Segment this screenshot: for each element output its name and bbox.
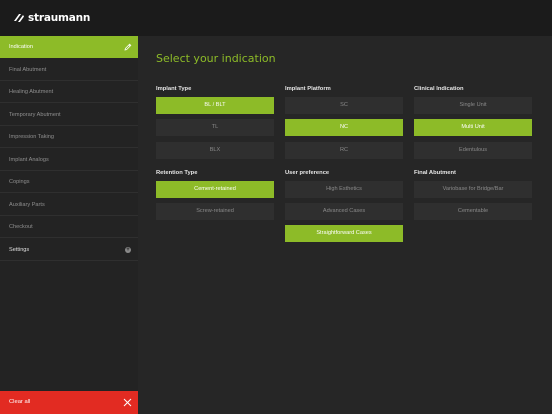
option-rc[interactable]: RC <box>285 142 403 159</box>
sidebar-item-checkout[interactable]: Checkout <box>0 216 138 238</box>
sidebar-item-label: Temporary Abutment <box>9 111 61 118</box>
sidebar-item-label: Final Abutment <box>9 66 47 73</box>
sidebar-item-label: Impression Taking <box>9 134 54 140</box>
option-screw-retained[interactable]: Screw-retained <box>156 203 274 220</box>
option-high-esthetics[interactable]: High Esthetics <box>285 181 403 198</box>
pencil-icon[interactable] <box>124 43 132 51</box>
close-icon[interactable] <box>123 398 132 407</box>
option-blx[interactable]: BLX <box>156 142 274 159</box>
sidebar-item-final-abutment[interactable]: Final Abutment <box>0 59 138 81</box>
option-single-unit[interactable]: Single Unit <box>414 97 532 114</box>
option-advanced-cases[interactable]: Advanced Cases <box>285 203 403 220</box>
straumann-logo: straumann <box>13 11 90 25</box>
brand-name: straumann <box>28 12 91 24</box>
clear-all-label: Clear all <box>9 399 31 405</box>
option-tl[interactable]: TL <box>156 119 274 136</box>
option-bl-blt[interactable]: BL / BLT <box>156 97 274 114</box>
option-cement-retained[interactable]: Cement-retained <box>156 181 274 198</box>
retention-type-label: Retention Type <box>156 170 198 176</box>
top-bar: straumann <box>0 0 552 36</box>
straumann-logo-icon <box>14 14 24 22</box>
sidebar-item-healing-abutment[interactable]: Healing Abutment <box>0 81 138 103</box>
sidebar-item-label: Auxiliary Parts <box>9 201 45 208</box>
implant-platform-label: Implant Platform <box>285 86 331 92</box>
option-edentulous[interactable]: Edentulous <box>414 142 532 159</box>
sidebar-item-auxiliary-parts[interactable]: Auxiliary Parts <box>0 194 138 216</box>
sidebar-item-label: Settings <box>9 247 30 253</box>
implant-type-label: Implant Type <box>156 86 192 92</box>
sidebar: Indication Final Abutment Healing Abutme… <box>0 36 138 414</box>
option-multi-unit[interactable]: Multi Unit <box>414 119 532 136</box>
sidebar-item-temporary-abutment[interactable]: Temporary Abutment <box>0 104 138 126</box>
user-preference-label: User preference <box>285 170 330 176</box>
sidebar-item-label: Implant Analogs <box>9 156 49 163</box>
clinical-indication-label: Clinical Indication <box>414 86 464 92</box>
option-nc[interactable]: NC <box>285 119 403 136</box>
option-variobase-bridge-bar[interactable]: Variobase for Bridge/Bar <box>414 181 532 198</box>
option-cementable[interactable]: Cementable <box>414 203 532 220</box>
sidebar-item-copings[interactable]: Copings <box>0 171 138 193</box>
final-abutment-label: Final Abutment <box>414 170 456 176</box>
sidebar-item-indication[interactable]: Indication <box>0 36 138 58</box>
sidebar-item-implant-analogs[interactable]: Implant Analogs <box>0 149 138 171</box>
option-sc[interactable]: SC <box>285 97 403 114</box>
sidebar-item-label: Healing Abutment <box>9 89 54 95</box>
clear-all-button[interactable]: Clear all <box>0 391 138 414</box>
sidebar-item-impression-taking[interactable]: Impression Taking <box>0 126 138 148</box>
main-panel: Select your indication Implant Type BL /… <box>138 36 552 414</box>
option-straightforward-cases[interactable]: Straightforward Cases <box>285 225 403 242</box>
plus-icon[interactable]: + <box>125 247 131 253</box>
sidebar-item-label: Indication <box>9 44 33 50</box>
sidebar-item-label: Checkout <box>9 224 33 230</box>
page-title: Select your indication <box>156 52 276 65</box>
sidebar-item-label: Copings <box>9 179 30 185</box>
sidebar-item-settings[interactable]: Settings + <box>0 239 138 261</box>
